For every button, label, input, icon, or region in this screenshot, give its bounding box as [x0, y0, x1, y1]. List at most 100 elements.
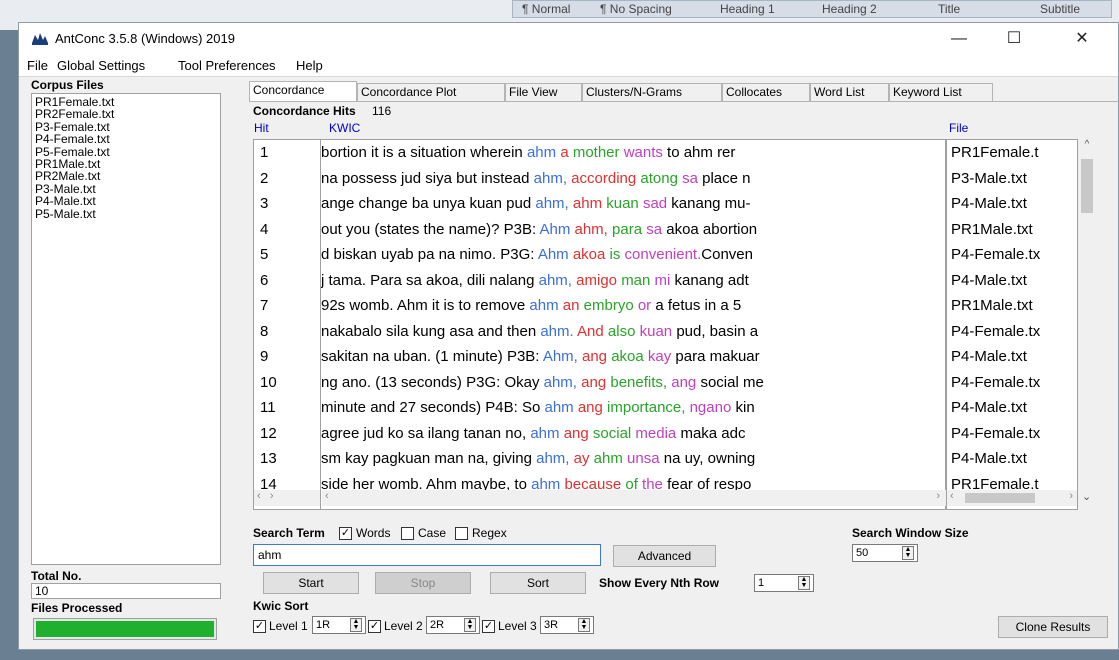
file-name-cell[interactable]: PR1Male.txt: [947, 293, 1077, 319]
regex-checkbox[interactable]: [455, 527, 468, 540]
file-name-cell[interactable]: P4-Male.txt: [947, 344, 1077, 370]
file-item[interactable]: PR2Female.txt: [32, 108, 220, 121]
hit-number[interactable]: 13: [254, 446, 320, 472]
file-name-cell[interactable]: P4-Female.tx: [947, 421, 1077, 447]
kwic-sort-label: Kwic Sort: [253, 599, 309, 613]
sort-button[interactable]: Sort: [490, 572, 586, 594]
menu-help[interactable]: Help: [296, 58, 323, 73]
vertical-scrollbar[interactable]: ^: [1078, 139, 1096, 510]
file-item[interactable]: P4-Female.txt: [32, 133, 220, 146]
antconc-window: AntConc 3.5.8 (Windows) 2019 — ☐ ✕ File …: [18, 22, 1119, 650]
scroll-up-icon[interactable]: ^: [1078, 139, 1096, 150]
words-checkbox[interactable]: ✓: [339, 527, 352, 540]
level3-checkbox[interactable]: ✓: [482, 620, 495, 633]
tab-word-list[interactable]: Word List: [810, 83, 889, 101]
file-name-cell[interactable]: P3-Male.txt: [947, 166, 1077, 192]
files-processed-progress: [33, 618, 217, 640]
level2-spin-icon[interactable]: ▲ ▼: [464, 618, 476, 632]
files-processed-label: Files Processed: [31, 601, 123, 615]
file-name-cell[interactable]: P4-Female.tx: [947, 319, 1077, 345]
kwic-line[interactable]: agree jud ko sa ilang tanan no, ahm ang …: [321, 421, 945, 447]
hit-number[interactable]: 2: [254, 166, 320, 192]
hit-hscrollbar[interactable]: ‹ ›: [254, 490, 320, 506]
kwic-line[interactable]: sm kay pagkuan man na, giving ahm, ay ah…: [321, 446, 945, 472]
kwic-line[interactable]: bortion it is a situation wherein ahm a …: [321, 140, 945, 166]
kwic-line[interactable]: na possess jud siya but instead ahm, acc…: [321, 166, 945, 192]
search-term-input[interactable]: ahm: [253, 544, 601, 566]
total-no-value: 10: [31, 583, 221, 599]
file-column-list[interactable]: PR1Female.t P3-Male.txt P4-Male.txt PR1Male…: [946, 139, 1078, 510]
menu-file[interactable]: File: [27, 58, 48, 73]
level1-checkbox[interactable]: ✓: [253, 620, 266, 633]
hit-number-list[interactable]: 1 2 3 4 5 6 7 8 9 10 11 12 13 14: [253, 139, 321, 510]
tab-file-view[interactable]: File View: [505, 83, 582, 101]
kwic-line[interactable]: minute and 27 seconds) P4B: So ahm ang i…: [321, 395, 945, 421]
kwic-left-context: na possess jud siya but instead: [321, 169, 534, 187]
window-size-spin-icon[interactable]: ▲ ▼: [902, 546, 914, 560]
kwic-line[interactable]: ange change ba unya kuan pud ahm, ahm ku…: [321, 191, 945, 217]
menu-bar: File Global Settings Tool Preferences He…: [19, 55, 1118, 77]
kwic-1r-word: ang: [582, 348, 608, 365]
tab-keyword-list[interactable]: Keyword List: [889, 83, 993, 101]
kwic-keyword: ahm: [544, 399, 574, 416]
tab-concordance-plot[interactable]: Concordance Plot: [357, 83, 505, 101]
nth-row-spin-icon[interactable]: ▲ ▼: [798, 576, 810, 590]
kwic-line[interactable]: nakabalo sila kung asa and then ahm. And…: [321, 319, 945, 345]
hit-number[interactable]: 6: [254, 268, 320, 294]
hit-number[interactable]: 10: [254, 370, 320, 396]
kwic-left-context: j tama. Para sa akoa, dili nalang: [321, 271, 539, 289]
file-name-cell[interactable]: P4-Male.txt: [947, 395, 1077, 421]
kwic-left-context: sm kay pagkuan man na, giving: [321, 450, 537, 467]
hit-number[interactable]: 8: [254, 319, 320, 345]
hit-number[interactable]: 4: [254, 217, 320, 243]
hit-number[interactable]: 7: [254, 293, 320, 319]
kwic-hscrollbar[interactable]: ‹ ›: [322, 490, 946, 506]
stop-button[interactable]: Stop: [375, 572, 471, 594]
minimize-button[interactable]: —: [936, 23, 982, 55]
menu-tool-preferences[interactable]: Tool Preferences: [178, 58, 276, 73]
scroll-thumb[interactable]: [1081, 159, 1093, 213]
tab-clusters-ngrams[interactable]: Clusters/N-Grams: [582, 83, 722, 101]
level3-spin-icon[interactable]: ▲ ▼: [578, 618, 590, 632]
file-name-cell[interactable]: PR1Female.t: [947, 140, 1077, 166]
level1-spin-icon[interactable]: ▲ ▼: [350, 618, 362, 632]
file-name-cell[interactable]: P4-Male.txt: [947, 446, 1077, 472]
file-item[interactable]: PR2Male.txt: [32, 170, 220, 183]
kwic-line[interactable]: d biskan uyab pa na nimo. P3G: Ahm akoa …: [321, 242, 945, 268]
hit-number[interactable]: 12: [254, 421, 320, 447]
kwic-line[interactable]: out you (states the name)? P3B: Ahm ahm,…: [321, 217, 945, 243]
kwic-line[interactable]: ng ano. (13 seconds) P3G: Okay ahm, ang …: [321, 370, 945, 396]
clone-results-button[interactable]: Clone Results: [998, 616, 1108, 638]
file-name-cell[interactable]: PR1Male.txt: [947, 217, 1077, 243]
chevron-down-icon[interactable]: ⌄: [1082, 490, 1091, 503]
menu-global-settings[interactable]: Global Settings: [57, 58, 145, 73]
advanced-button[interactable]: Advanced: [613, 545, 716, 567]
file-name-cell[interactable]: P4-Female.tx: [947, 242, 1077, 268]
file-name-cell[interactable]: P4-Male.txt: [947, 268, 1077, 294]
kwic-line[interactable]: sakitan na uban. (1 minute) P3B: Ahm, an…: [321, 344, 945, 370]
case-checkbox[interactable]: [401, 527, 414, 540]
file-item[interactable]: P4-Male.txt: [32, 195, 220, 208]
kwic-line[interactable]: 92s womb. Ahm it is to remove ahm an emb…: [321, 293, 945, 319]
file-hscrollbar[interactable]: ‹ ›: [947, 490, 1077, 506]
close-button[interactable]: ✕: [1059, 23, 1105, 55]
hit-number[interactable]: 5: [254, 242, 320, 268]
file-item[interactable]: P5-Male.txt: [32, 207, 220, 220]
corpus-file-list[interactable]: PR1Female.txt PR2Female.txt P3-Female.tx…: [31, 93, 221, 565]
file-name-cell[interactable]: P4-Female.tx: [947, 370, 1077, 396]
maximize-button[interactable]: ☐: [991, 23, 1037, 55]
file-name-cell[interactable]: P4-Male.txt: [947, 191, 1077, 217]
hit-number[interactable]: 9: [254, 344, 320, 370]
hit-number[interactable]: 3: [254, 191, 320, 217]
start-button[interactable]: Start: [263, 572, 359, 594]
tab-collocates[interactable]: Collocates: [722, 83, 810, 101]
kwic-left-context: agree jud ko sa ilang tanan no,: [321, 424, 531, 442]
kwic-line[interactable]: j tama. Para sa akoa, dili nalang ahm, a…: [321, 268, 945, 294]
kwic-list[interactable]: bortion it is a situation wherein ahm a …: [321, 139, 946, 510]
hit-number[interactable]: 11: [254, 395, 320, 421]
tab-concordance[interactable]: Concordance: [249, 81, 357, 102]
level2-checkbox[interactable]: ✓: [368, 620, 381, 633]
kwic-2r-word: importance,: [607, 399, 686, 416]
kwic-keyword: ahm: [530, 424, 560, 442]
hit-number[interactable]: 1: [254, 140, 320, 166]
